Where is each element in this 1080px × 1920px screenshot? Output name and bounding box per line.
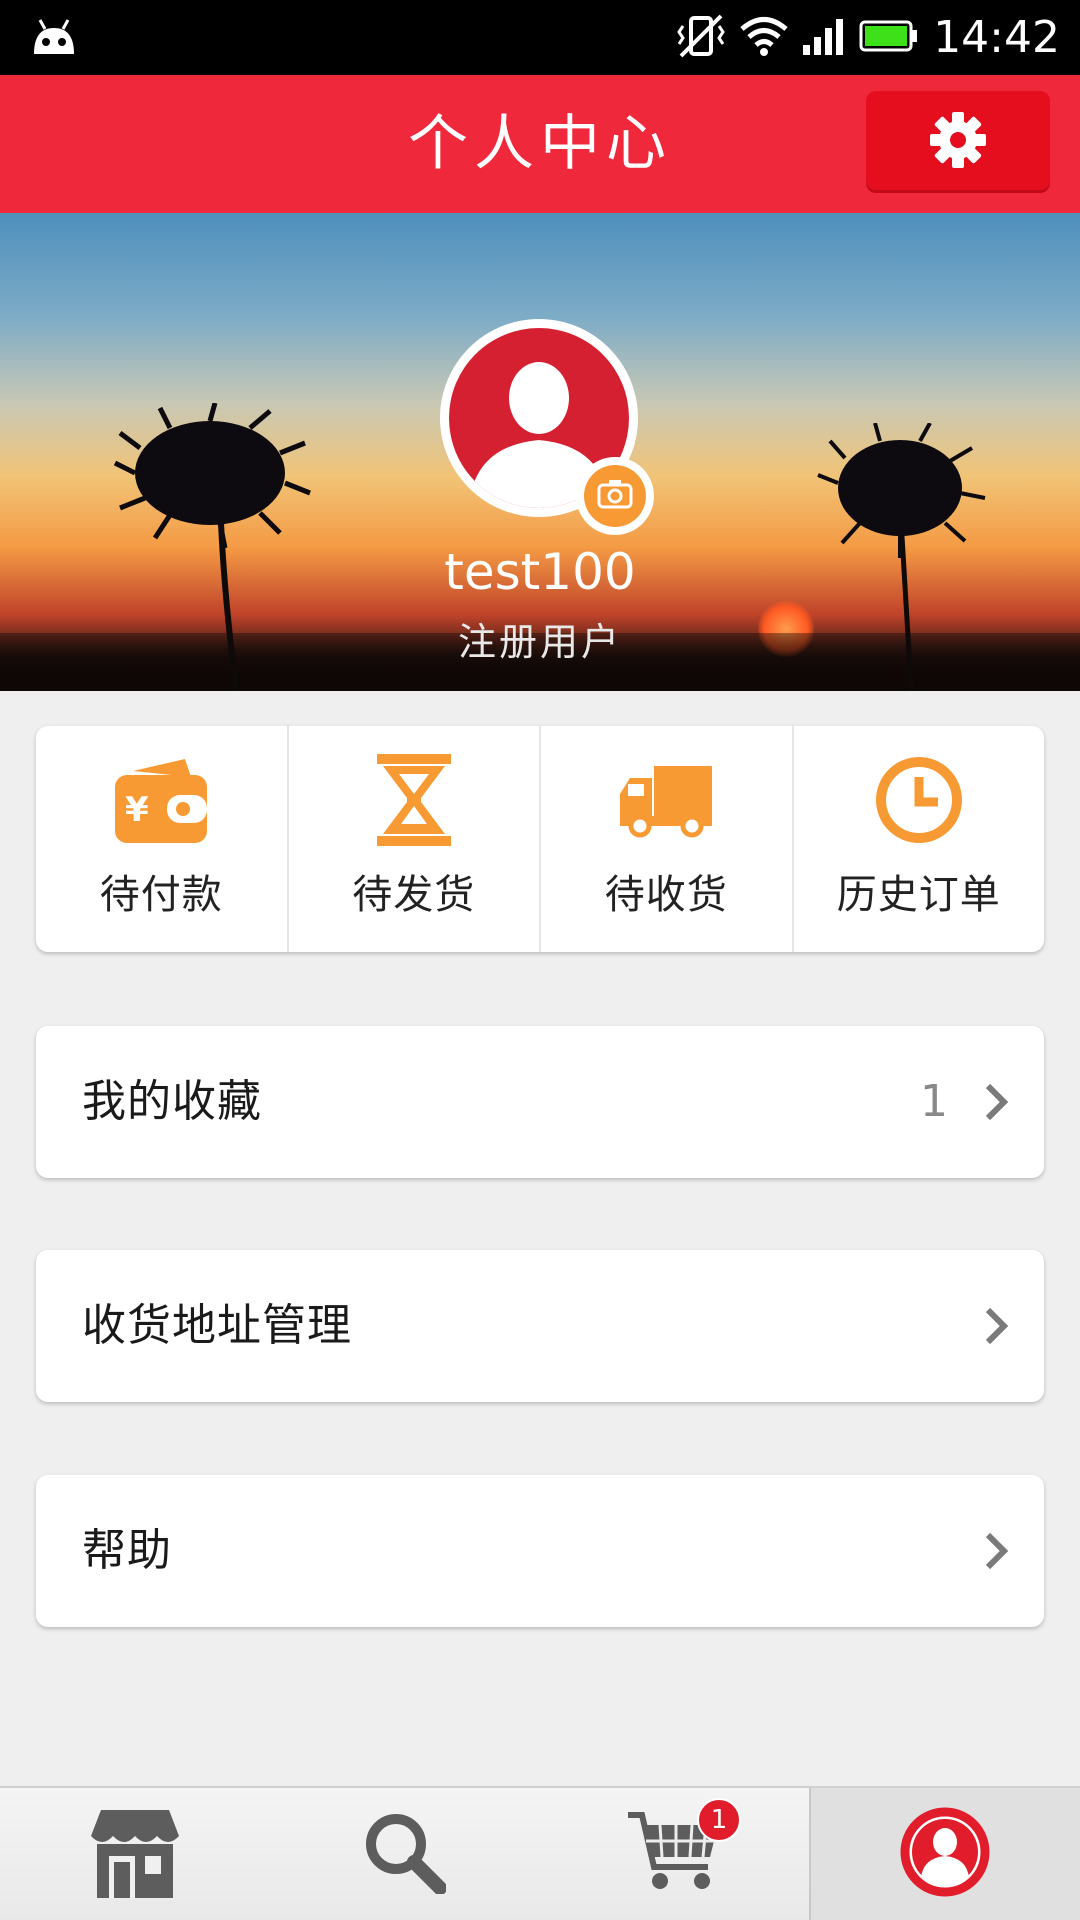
nav-profile[interactable] xyxy=(808,1788,1080,1920)
order-label: 待付款 xyxy=(99,872,223,918)
order-pending-payment[interactable]: ¥ 待付款 xyxy=(36,726,287,952)
wallet-icon: ¥ xyxy=(115,757,208,847)
profile-icon xyxy=(899,1806,991,1902)
order-label: 历史订单 xyxy=(836,872,1001,918)
vibrate-off-icon xyxy=(677,14,725,62)
clock-icon xyxy=(874,755,964,849)
menu-favorites[interactable]: 我的收藏 1 xyxy=(36,1026,1044,1178)
order-pending-shipment[interactable]: 待发货 xyxy=(286,726,540,952)
android-icon xyxy=(28,16,80,60)
bottom-nav: 1 xyxy=(0,1786,1080,1920)
menu-address-management[interactable]: 收货地址管理 xyxy=(36,1250,1044,1402)
nav-cart[interactable]: 1 xyxy=(539,1788,809,1920)
battery-icon xyxy=(859,20,919,56)
wifi-icon xyxy=(739,16,789,60)
user-type: 注册用户 xyxy=(457,620,622,664)
nav-search[interactable] xyxy=(270,1788,540,1920)
status-time: 14:42 xyxy=(933,12,1060,63)
order-panel: ¥ 待付款 待发货 待收货 历史订单 xyxy=(36,726,1044,952)
menu-help[interactable]: 帮助 xyxy=(36,1475,1044,1627)
title-bar: 个人中心 xyxy=(0,75,1080,213)
camera-icon xyxy=(597,479,633,513)
order-label: 待收货 xyxy=(604,872,728,918)
chevron-right-icon xyxy=(984,1531,1009,1575)
truck-icon xyxy=(620,762,713,842)
username: test100 xyxy=(444,543,636,601)
favorites-count: 1 xyxy=(920,1076,948,1127)
order-label: 待发货 xyxy=(352,872,476,918)
profile-banner: test100 注册用户 xyxy=(0,213,1080,691)
menu-label: 帮助 xyxy=(82,1525,172,1576)
hourglass-icon xyxy=(376,754,451,850)
chevron-right-icon xyxy=(984,1306,1009,1350)
signal-icon xyxy=(803,17,845,59)
menu-label: 我的收藏 xyxy=(82,1076,262,1127)
change-avatar-button[interactable] xyxy=(576,457,654,535)
order-pending-receipt[interactable]: 待收货 xyxy=(539,726,792,952)
order-history[interactable]: 历史订单 xyxy=(791,726,1045,952)
settings-button[interactable] xyxy=(866,91,1050,193)
store-icon xyxy=(89,1806,181,1902)
chevron-right-icon xyxy=(984,1082,1009,1126)
status-bar: 14:42 xyxy=(0,0,1080,75)
cart-badge: 1 xyxy=(697,1798,741,1842)
menu-label: 收货地址管理 xyxy=(82,1300,352,1351)
search-icon xyxy=(362,1810,448,1898)
gear-icon xyxy=(928,110,988,174)
svg-text:¥: ¥ xyxy=(125,790,149,830)
nav-store[interactable] xyxy=(0,1788,270,1920)
